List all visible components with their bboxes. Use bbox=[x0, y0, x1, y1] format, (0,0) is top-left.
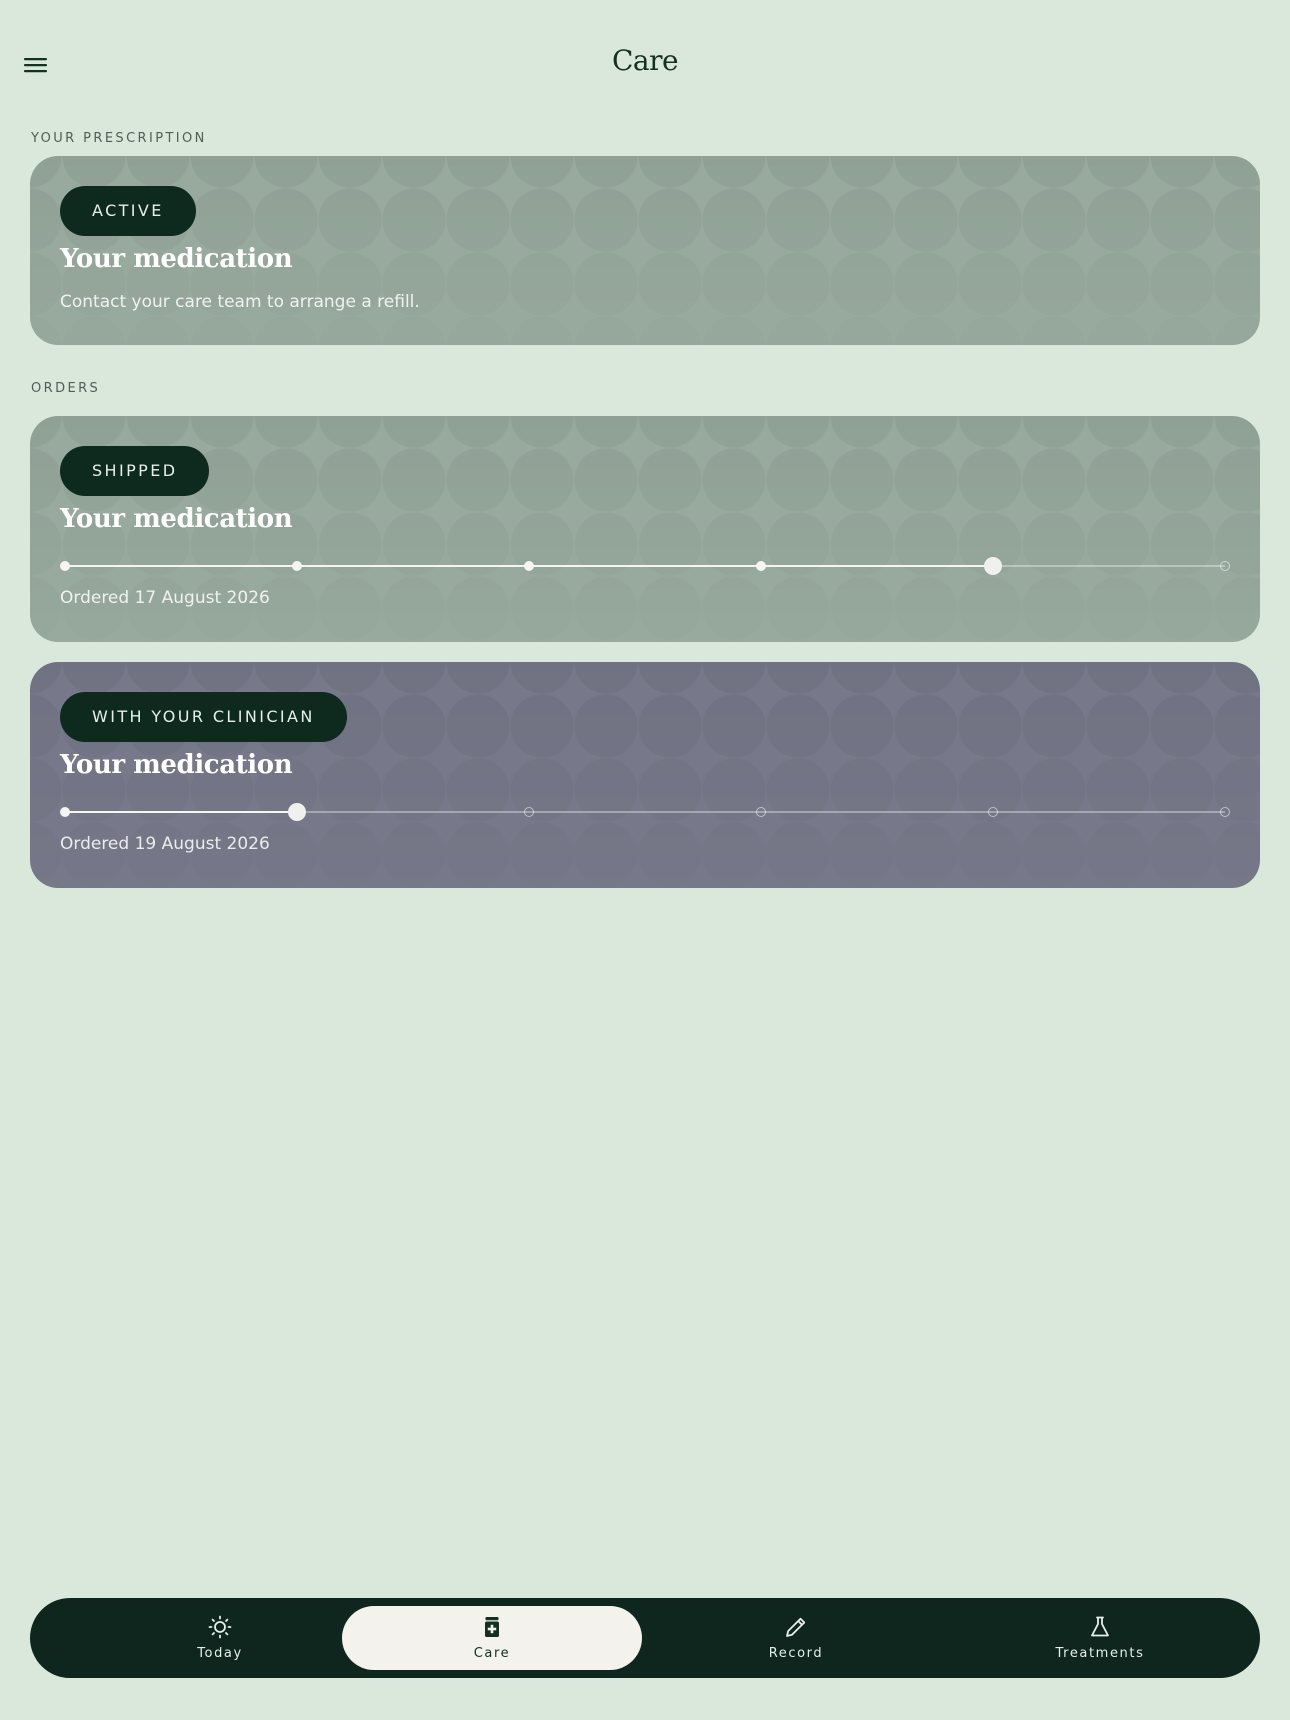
flask-icon bbox=[1091, 1616, 1109, 1637]
card-title: Your medication bbox=[60, 750, 293, 780]
section-label-prescription: YOUR PRESCRIPTION bbox=[31, 131, 207, 146]
order-progress-tracker bbox=[60, 556, 1230, 576]
tracker-step bbox=[60, 807, 70, 817]
tracker-step bbox=[1220, 561, 1230, 571]
page-title: Care bbox=[611, 44, 679, 77]
nav-label: Record bbox=[768, 1646, 824, 1661]
tracker-step bbox=[1220, 807, 1230, 817]
tracker-step bbox=[988, 807, 998, 817]
nav-label: Today bbox=[197, 1646, 243, 1661]
nav-item-treatments[interactable]: Treatments bbox=[950, 1606, 1250, 1670]
tracker-fill bbox=[65, 811, 297, 813]
card-note: Contact your care team to arrange a refi… bbox=[60, 292, 420, 312]
order-card[interactable]: WITH YOUR CLINICIAN Your medication Orde… bbox=[30, 662, 1260, 888]
card-title: Your medication bbox=[60, 244, 293, 274]
tracker-step-current bbox=[984, 557, 1002, 575]
tracker-step bbox=[524, 807, 534, 817]
tracker-step bbox=[756, 561, 766, 571]
pencil-icon bbox=[786, 1617, 806, 1637]
nav-label: Treatments bbox=[1055, 1646, 1145, 1661]
card-title: Your medication bbox=[60, 504, 293, 534]
status-badge: SHIPPED bbox=[60, 446, 210, 496]
nav-item-record[interactable]: Record bbox=[646, 1606, 946, 1670]
nav-item-care[interactable]: Care bbox=[342, 1606, 642, 1670]
bottom-navigation: Today Care Record Treatments bbox=[30, 1598, 1260, 1678]
medicine-bottle-icon bbox=[485, 1617, 499, 1637]
prescription-card[interactable]: ACTIVE Your medication Contact your care… bbox=[30, 156, 1260, 345]
order-card[interactable]: SHIPPED Your medication Ordered 17 Augus… bbox=[30, 416, 1260, 642]
tracker-step-current bbox=[288, 803, 306, 821]
order-date: Ordered 17 August 2026 bbox=[60, 588, 270, 608]
sun-icon bbox=[208, 1615, 232, 1639]
tracker-step bbox=[60, 561, 70, 571]
section-label-orders: ORDERS bbox=[31, 381, 101, 396]
order-date: Ordered 19 August 2026 bbox=[60, 834, 270, 854]
tracker-step bbox=[756, 807, 766, 817]
nav-item-today[interactable]: Today bbox=[70, 1606, 370, 1670]
tracker-step bbox=[292, 561, 302, 571]
nav-label: Care bbox=[473, 1646, 511, 1661]
status-badge: ACTIVE bbox=[60, 186, 196, 236]
status-badge: WITH YOUR CLINICIAN bbox=[60, 692, 347, 742]
order-progress-tracker bbox=[60, 802, 1230, 822]
tracker-step bbox=[524, 561, 534, 571]
